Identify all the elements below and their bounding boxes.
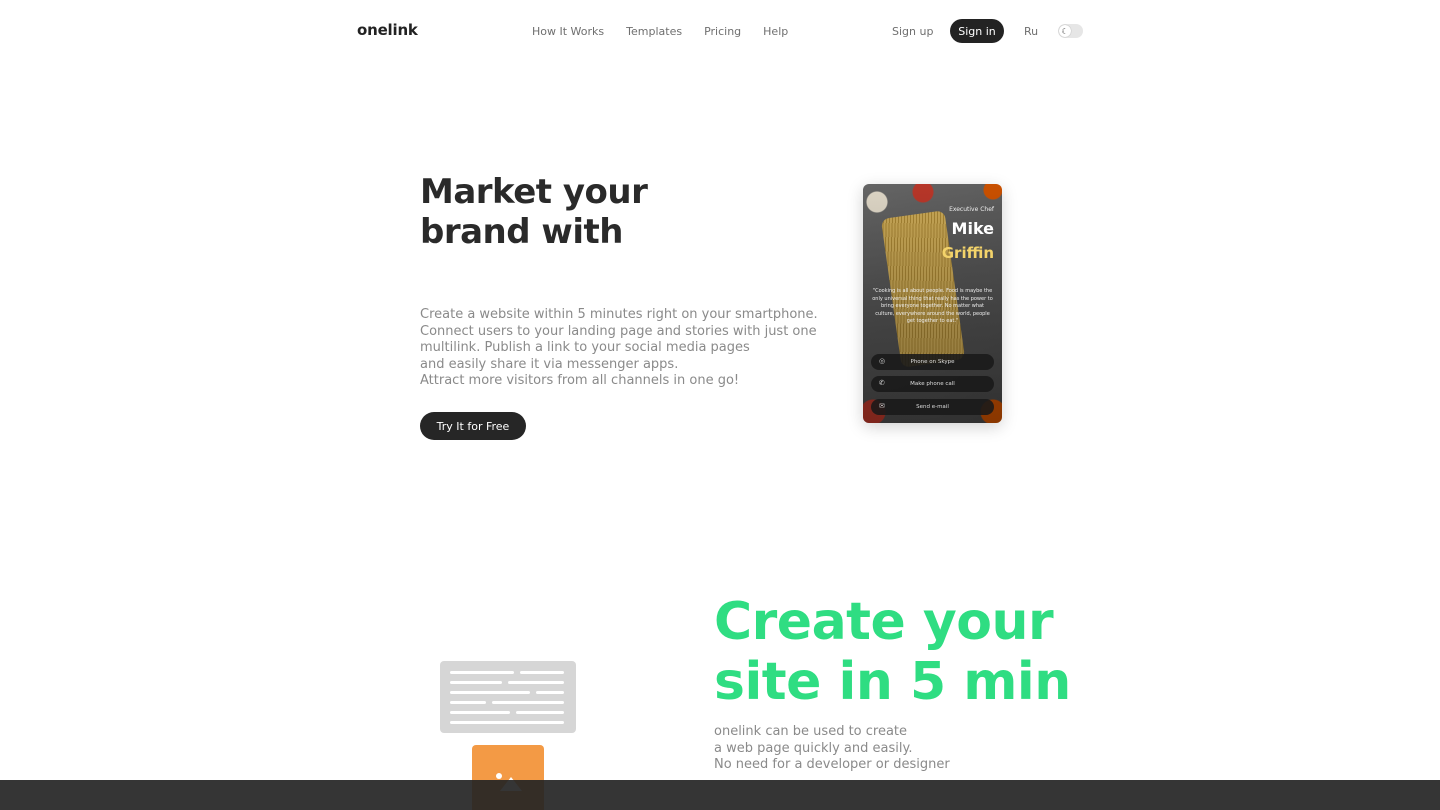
chef-quote: "Cooking is all about people. Food is ma… (872, 288, 993, 324)
skype-button-label: Phone on Skype (910, 359, 955, 365)
mail-icon: ✉ (879, 402, 885, 410)
hero-desc-line: multilink. Publish a link to your social… (420, 340, 750, 356)
try-free-button[interactable]: Try It for Free (420, 412, 526, 440)
hero-desc-line: and easily share it via messenger apps. (420, 356, 679, 372)
phone-icon: ✆ (879, 379, 885, 387)
language-switch[interactable]: Ru (1024, 25, 1038, 38)
phone-call-button[interactable]: ✆ Make phone call (871, 376, 994, 392)
sign-up-link[interactable]: Sign up (892, 25, 933, 38)
main-nav: How It Works Templates Pricing Help (532, 25, 810, 38)
section-title-line2: site in 5 min (714, 652, 1071, 712)
hero-desc-line: Create a website within 5 minutes right … (420, 307, 818, 322)
logo[interactable]: onelink (357, 21, 418, 39)
page: onelink How It Works Templates Pricing H… (0, 0, 1440, 810)
hero-title-line1: Market your (420, 172, 648, 212)
theme-toggle[interactable]: ☾ (1058, 24, 1083, 38)
moon-icon: ☾ (1059, 25, 1071, 37)
cookie-bar (0, 780, 1440, 810)
section-title: Create your site in 5 min (714, 592, 1071, 712)
section-desc-line: No need for a developer or designer (714, 757, 950, 773)
chef-first-name: Mike (951, 219, 994, 238)
section-description: onelink can be used to create a web page… (714, 724, 950, 774)
hero-desc-line: Connect users to your landing page and s… (420, 323, 817, 339)
hero-title-line2: brand with (420, 212, 623, 252)
chef-role: Executive Chef (949, 206, 994, 213)
send-email-button-label: Send e-mail (916, 404, 949, 410)
skype-icon: ◎ (879, 357, 886, 365)
section-desc-line: a web page quickly and easily. (714, 740, 913, 756)
send-email-button[interactable]: ✉ Send e-mail (871, 399, 994, 415)
phone-call-button-label: Make phone call (910, 381, 955, 387)
section-desc-line: onelink can be used to create (714, 724, 908, 739)
hero-desc-line: Attract more visitors from all channels … (420, 373, 740, 389)
nav-pricing[interactable]: Pricing (704, 25, 741, 38)
hero-title: Market your brand with (420, 172, 740, 252)
phone-preview: Executive Chef Mike Griffin "Cooking is … (863, 184, 1002, 423)
chef-last-name: Griffin (941, 244, 994, 262)
nav-how-it-works[interactable]: How It Works (532, 25, 604, 38)
text-block-illustration (440, 661, 576, 733)
nav-help[interactable]: Help (763, 25, 788, 38)
nav-templates[interactable]: Templates (626, 25, 682, 38)
sign-in-button[interactable]: Sign in (950, 19, 1004, 43)
skype-button[interactable]: ◎ Phone on Skype (871, 354, 994, 370)
section-title-line1: Create your (714, 592, 1054, 652)
hero-description: Create a website within 5 minutes right … (420, 307, 820, 390)
